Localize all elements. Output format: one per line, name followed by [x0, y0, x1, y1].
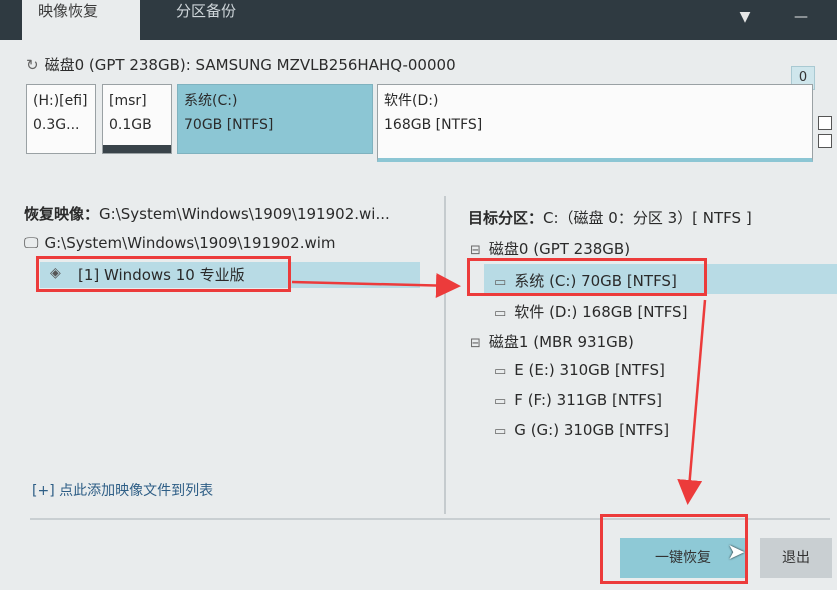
annotation-arrow-right [291, 273, 461, 299]
annotation-arrows [291, 273, 707, 505]
annotation-arrow-down [677, 299, 707, 505]
